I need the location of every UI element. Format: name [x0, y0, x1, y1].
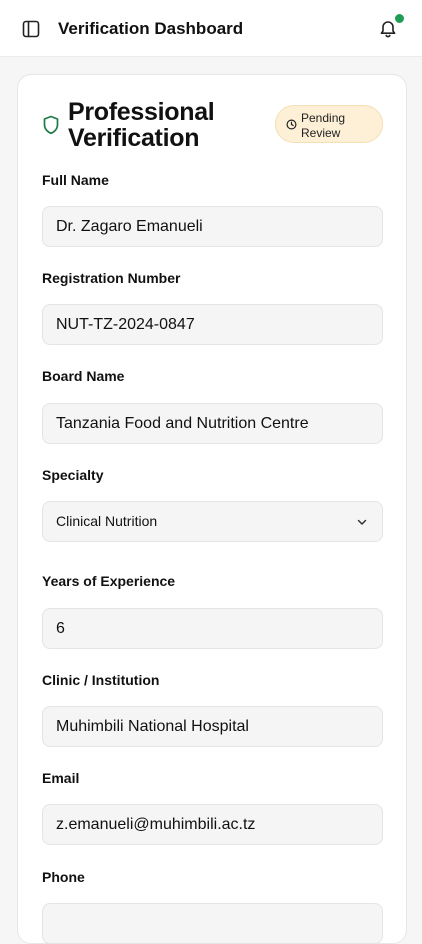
top-bar: Verification Dashboard — [0, 0, 422, 57]
specialty-select[interactable]: Clinical Nutrition — [42, 501, 383, 542]
clinic-institution-label: Clinic / Institution — [42, 672, 160, 688]
shield-icon — [43, 115, 59, 135]
registration-number-field[interactable]: NUT-TZ-2024-0847 — [42, 304, 383, 345]
specialty-label: Specialty — [42, 467, 104, 483]
verification-card: Professional Verification Pending Review… — [17, 74, 407, 944]
page-title: Verification Dashboard — [58, 19, 244, 38]
status-badge: Pending Review — [275, 105, 383, 143]
notification-dot — [394, 13, 405, 24]
full-name-label: Full Name — [42, 172, 109, 188]
registration-number-label: Registration Number — [42, 270, 181, 286]
email-label: Email — [42, 770, 80, 786]
board-name-field[interactable]: Tanzania Food and Nutrition Centre — [42, 403, 383, 444]
chevron-down-icon — [357, 519, 367, 525]
sidebar-toggle-icon[interactable] — [22, 20, 40, 38]
full-name-field[interactable]: Dr. Zagaro Emanueli — [42, 206, 383, 247]
status-badge-label: Pending Review — [301, 111, 346, 140]
card-title: Professional Verification — [68, 98, 215, 152]
specialty-selected-value: Clinical Nutrition — [56, 513, 158, 529]
clock-icon — [286, 119, 297, 130]
years-experience-label: Years of Experience — [42, 573, 176, 589]
board-name-label: Board Name — [42, 368, 125, 384]
phone-field[interactable] — [42, 903, 383, 944]
email-field[interactable]: z.emanueli@muhimbili.ac.tz — [42, 804, 383, 845]
phone-label: Phone — [42, 869, 85, 885]
years-experience-field[interactable]: 6 — [42, 608, 383, 649]
clinic-institution-field[interactable]: Muhimbili National Hospital — [42, 706, 383, 747]
